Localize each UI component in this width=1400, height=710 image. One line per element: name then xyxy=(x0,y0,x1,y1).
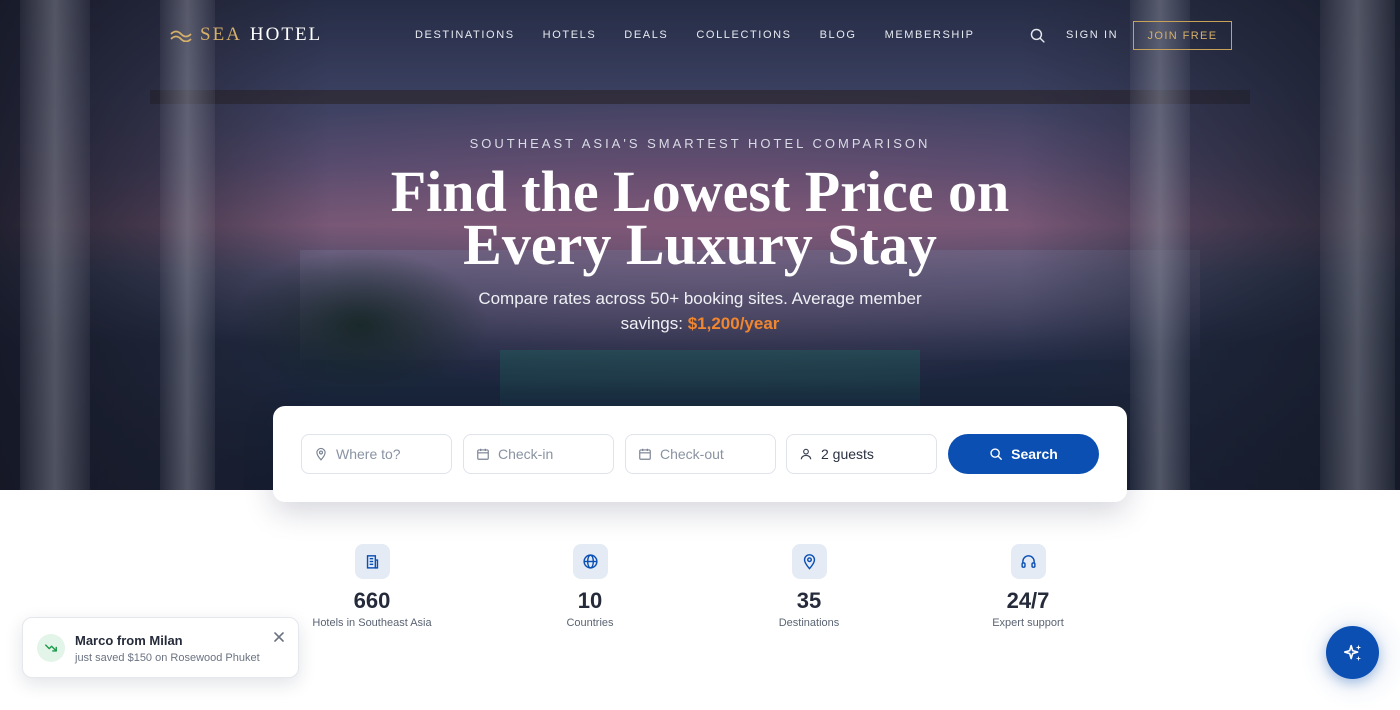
stat-destinations: 35 Destinations xyxy=(709,544,909,629)
search-button-label: Search xyxy=(1011,446,1058,462)
close-icon[interactable] xyxy=(273,631,285,643)
check-out-placeholder: Check-out xyxy=(660,446,724,462)
hero-eyebrow: SOUTHEAST ASIA'S SMARTEST HOTEL COMPARIS… xyxy=(469,136,931,151)
user-icon xyxy=(800,448,812,460)
stat-value: 35 xyxy=(796,588,822,613)
map-pin-icon xyxy=(791,544,827,579)
top-navigation: SEA HOTEL DESTINATIONS HOTELS DEALS COLL… xyxy=(0,0,1400,70)
search-button[interactable]: Search xyxy=(948,434,1099,474)
savings-toast: Marco from Milan just saved $150 on Rose… xyxy=(22,617,299,678)
wave-logo-icon xyxy=(170,30,192,42)
nav-destinations[interactable]: DESTINATIONS xyxy=(415,29,515,41)
savings-amount: $1,200/year xyxy=(687,314,780,333)
nav-deals[interactable]: DEALS xyxy=(624,29,668,41)
nav-collections[interactable]: COLLECTIONS xyxy=(696,29,791,41)
nav-membership[interactable]: MEMBERSHIP xyxy=(885,29,975,41)
stat-label: Hotels in Southeast Asia xyxy=(312,617,432,629)
nav-blog[interactable]: BLOG xyxy=(820,29,857,41)
hero-subtitle: Compare rates across 50+ booking sites. … xyxy=(450,286,950,336)
search-icon xyxy=(990,448,1003,460)
building-icon xyxy=(354,544,390,579)
brand-name-accent: SEA xyxy=(200,24,242,45)
sign-in-link[interactable]: SIGN IN xyxy=(1066,29,1118,41)
brand-name-rest: HOTEL xyxy=(249,24,323,45)
calendar-icon xyxy=(639,448,651,460)
trending-down-icon xyxy=(37,634,65,662)
join-free-button[interactable]: JOIN FREE xyxy=(1133,21,1232,50)
toast-title: Marco from Milan xyxy=(75,633,183,648)
check-in-input[interactable]: Check-in xyxy=(463,434,614,474)
stat-value: 10 xyxy=(577,588,603,613)
stat-countries: 10 Countries xyxy=(490,544,690,629)
guests-value: 2 guests xyxy=(821,446,874,462)
stat-support: 24/7 Expert support xyxy=(928,544,1128,629)
stat-hotels: 660 Hotels in Southeast Asia xyxy=(272,544,472,629)
nav-hotels[interactable]: HOTELS xyxy=(543,29,597,41)
map-pin-icon xyxy=(316,447,326,461)
hero-headline: Find the Lowest Price on Every Luxury St… xyxy=(390,159,1010,277)
stat-value: 660 xyxy=(353,588,391,613)
destination-placeholder: Where to? xyxy=(336,446,401,462)
search-card: Where to? Check-in Check-out 2 guests Se… xyxy=(273,406,1127,502)
stat-value: 24/7 xyxy=(1006,588,1050,613)
sparkles-icon xyxy=(1343,644,1361,661)
check-out-input[interactable]: Check-out xyxy=(625,434,776,474)
destination-input[interactable]: Where to? xyxy=(301,434,452,474)
search-icon[interactable] xyxy=(1029,27,1046,44)
check-in-placeholder: Check-in xyxy=(498,446,554,462)
guests-selector[interactable]: 2 guests xyxy=(786,434,937,474)
stat-label: Expert support xyxy=(992,617,1064,629)
brand-logo[interactable]: SEA HOTEL xyxy=(170,24,322,46)
stat-label: Countries xyxy=(566,617,614,629)
stat-label: Destinations xyxy=(778,617,840,629)
main-menu: DESTINATIONS HOTELS DEALS COLLECTIONS BL… xyxy=(415,29,975,41)
globe-icon xyxy=(572,544,608,579)
ai-assistant-button[interactable] xyxy=(1326,626,1379,679)
headset-icon xyxy=(1010,544,1046,579)
toast-text: just saved $150 on Rosewood Phuket xyxy=(75,652,260,664)
calendar-icon xyxy=(477,448,489,460)
